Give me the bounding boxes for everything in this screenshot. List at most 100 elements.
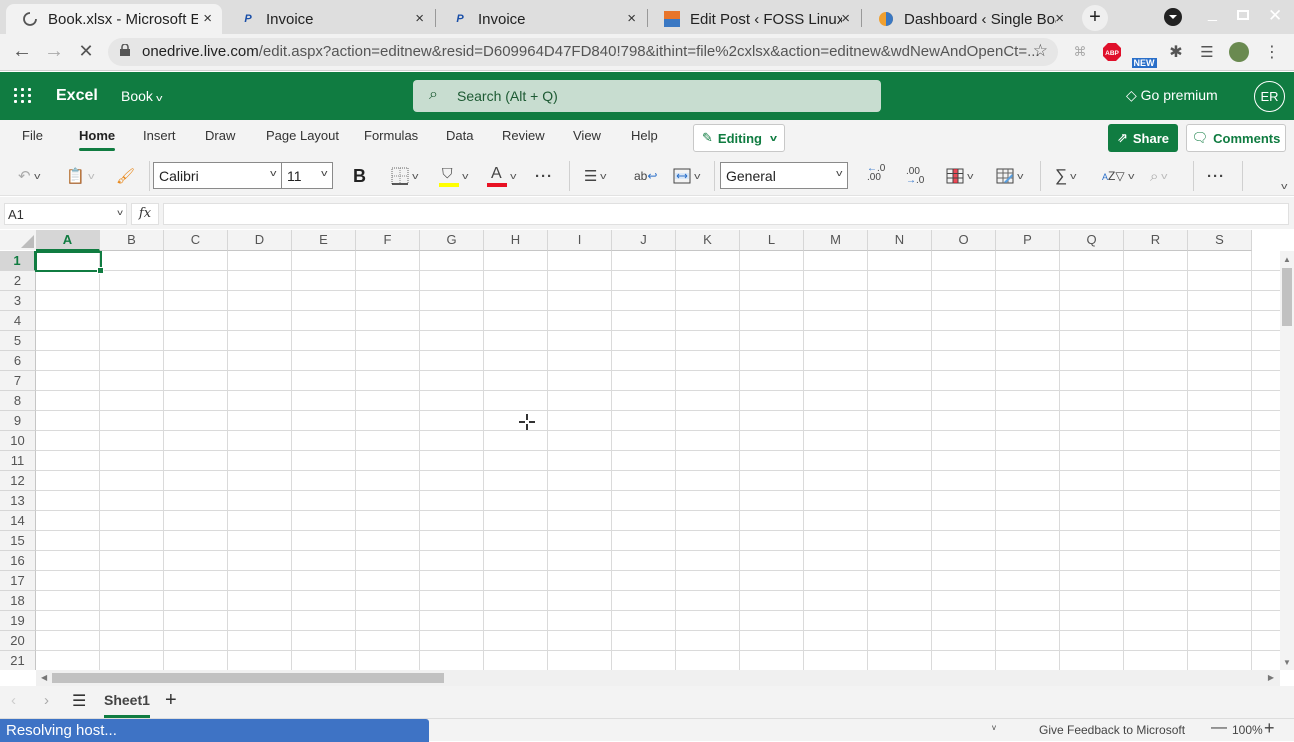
forward-button[interactable]: →: [42, 40, 66, 63]
vertical-scrollbar[interactable]: ▲ ▼: [1280, 251, 1294, 670]
comments-button[interactable]: 🗨 Comments: [1186, 124, 1286, 152]
account-avatar[interactable]: ER: [1254, 81, 1285, 112]
row-header-12[interactable]: 12: [0, 471, 36, 491]
font-color-button[interactable]: A v: [487, 164, 516, 188]
browser-menu-icon[interactable]: ⋮: [1262, 42, 1282, 62]
row-header-6[interactable]: 6: [0, 351, 36, 371]
sheet-tab-sheet1[interactable]: Sheet1: [104, 692, 150, 718]
back-button[interactable]: ←: [10, 40, 34, 63]
row-header-3[interactable]: 3: [0, 291, 36, 311]
font-name-dropdown[interactable]: Calibri v: [153, 162, 282, 189]
row-header-2[interactable]: 2: [0, 271, 36, 291]
profile-avatar[interactable]: [1229, 42, 1249, 62]
wrap-text-button[interactable]: ab↩: [634, 164, 657, 188]
row-header-21[interactable]: 21: [0, 651, 36, 670]
row-header-1[interactable]: 1: [0, 251, 36, 271]
add-sheet-button[interactable]: +: [165, 689, 177, 712]
column-header-n[interactable]: N: [868, 230, 932, 251]
column-header-l[interactable]: L: [740, 230, 804, 251]
tab-help[interactable]: Help: [631, 128, 658, 143]
align-button[interactable]: ☰ v: [584, 164, 607, 188]
row-header-11[interactable]: 11: [0, 451, 36, 471]
row-header-10[interactable]: 10: [0, 431, 36, 451]
column-header-b[interactable]: B: [100, 230, 164, 251]
tab-insert[interactable]: Insert: [143, 128, 176, 143]
browser-tab-dashboard[interactable]: Dashboard ‹ Single Board ×: [862, 4, 1074, 34]
tab-home[interactable]: Home: [79, 128, 116, 151]
tab-search-button[interactable]: [1164, 8, 1182, 26]
column-header-a[interactable]: A: [36, 230, 100, 251]
column-header-f[interactable]: F: [356, 230, 420, 251]
select-all-button[interactable]: [0, 230, 36, 250]
row-header-8[interactable]: 8: [0, 391, 36, 411]
column-header-s[interactable]: S: [1188, 230, 1252, 251]
column-header-p[interactable]: P: [996, 230, 1060, 251]
row-header-17[interactable]: 17: [0, 571, 36, 591]
status-options-chevron[interactable]: v: [992, 723, 996, 732]
column-header-k[interactable]: K: [676, 230, 740, 251]
adblock-plus-icon[interactable]: ABP: [1102, 42, 1122, 62]
scroll-left-arrow[interactable]: ◀: [41, 673, 47, 682]
selected-cell-a1[interactable]: [35, 251, 104, 274]
row-header-13[interactable]: 13: [0, 491, 36, 511]
new-badge-extension-icon[interactable]: NEW: [1130, 42, 1158, 68]
format-as-table-button[interactable]: v: [996, 164, 1023, 188]
tab-formulas[interactable]: Formulas: [364, 128, 418, 143]
row-header-7[interactable]: 7: [0, 371, 36, 391]
row-header-14[interactable]: 14: [0, 511, 36, 531]
share-button[interactable]: ⇗ Share: [1108, 124, 1178, 152]
next-sheet-button[interactable]: ›: [44, 692, 49, 709]
name-box[interactable]: A1 v: [4, 203, 127, 225]
scroll-right-arrow[interactable]: ▶: [1268, 673, 1274, 682]
previous-sheet-button[interactable]: ‹: [11, 692, 16, 709]
horizontal-scroll-thumb[interactable]: [52, 673, 444, 683]
autosum-button[interactable]: ∑ v: [1055, 164, 1077, 188]
fill-color-button[interactable]: ⛉ v: [439, 164, 468, 188]
number-format-dropdown[interactable]: General v: [720, 162, 848, 189]
address-bar[interactable]: onedrive.live.com/edit.aspx?action=editn…: [108, 38, 1058, 66]
minimize-window-button[interactable]: _: [1208, 5, 1217, 23]
close-tab-icon[interactable]: ×: [627, 10, 636, 27]
media-control-icon[interactable]: ☰: [1197, 42, 1217, 62]
zoom-out-button[interactable]: —: [1211, 719, 1227, 737]
decrease-decimal-button[interactable]: .00 →.0: [906, 164, 924, 188]
close-window-button[interactable]: ✕: [1268, 6, 1282, 26]
row-header-18[interactable]: 18: [0, 591, 36, 611]
stop-loading-button[interactable]: ✕: [74, 41, 98, 62]
tab-view[interactable]: View: [573, 128, 601, 143]
horizontal-scrollbar[interactable]: ◀ ▶: [36, 670, 1280, 686]
browser-tab-excel[interactable]: Book.xlsx - Microsoft Excel ×: [6, 4, 222, 34]
column-header-j[interactable]: J: [612, 230, 676, 251]
row-header-4[interactable]: 4: [0, 311, 36, 331]
bold-button[interactable]: B: [353, 164, 366, 188]
insert-function-button[interactable]: fx: [131, 203, 159, 225]
browser-tab-invoice-2[interactable]: P Invoice ×: [436, 4, 646, 34]
tab-file[interactable]: File: [22, 128, 43, 143]
row-header-5[interactable]: 5: [0, 331, 36, 351]
give-feedback-link[interactable]: Give Feedback to Microsoft: [1039, 723, 1185, 737]
format-painter-button[interactable]: 🖌: [116, 164, 135, 188]
app-launcher-icon[interactable]: [14, 88, 32, 104]
workbook-name-button[interactable]: Book v: [121, 88, 162, 104]
column-header-m[interactable]: M: [804, 230, 868, 251]
close-tab-icon[interactable]: ×: [841, 10, 850, 27]
app-name[interactable]: Excel: [56, 87, 98, 105]
new-tab-button[interactable]: +: [1082, 5, 1108, 31]
all-sheets-menu-icon[interactable]: ☰: [72, 691, 86, 711]
font-size-dropdown[interactable]: 11 v: [281, 162, 333, 189]
scroll-up-arrow[interactable]: ▲: [1283, 255, 1291, 264]
tab-page-layout[interactable]: Page Layout: [266, 128, 339, 143]
tab-draw[interactable]: Draw: [205, 128, 235, 143]
row-header-9[interactable]: 9: [0, 411, 36, 431]
more-options-button[interactable]: ···: [1207, 164, 1225, 188]
zoom-level[interactable]: 100%: [1232, 723, 1263, 737]
find-button[interactable]: ⌕ v: [1150, 164, 1168, 188]
column-header-i[interactable]: I: [548, 230, 612, 251]
paste-button[interactable]: 📋 v: [66, 164, 94, 188]
row-header-16[interactable]: 16: [0, 551, 36, 571]
browser-tab-foss-linux[interactable]: Edit Post ‹ FOSS Linux ×: [648, 4, 860, 34]
expand-ribbon-button[interactable]: v: [1278, 174, 1287, 198]
close-tab-icon[interactable]: ×: [1055, 10, 1064, 27]
go-premium-button[interactable]: ◇ Go premium: [1126, 87, 1218, 104]
row-header-15[interactable]: 15: [0, 531, 36, 551]
